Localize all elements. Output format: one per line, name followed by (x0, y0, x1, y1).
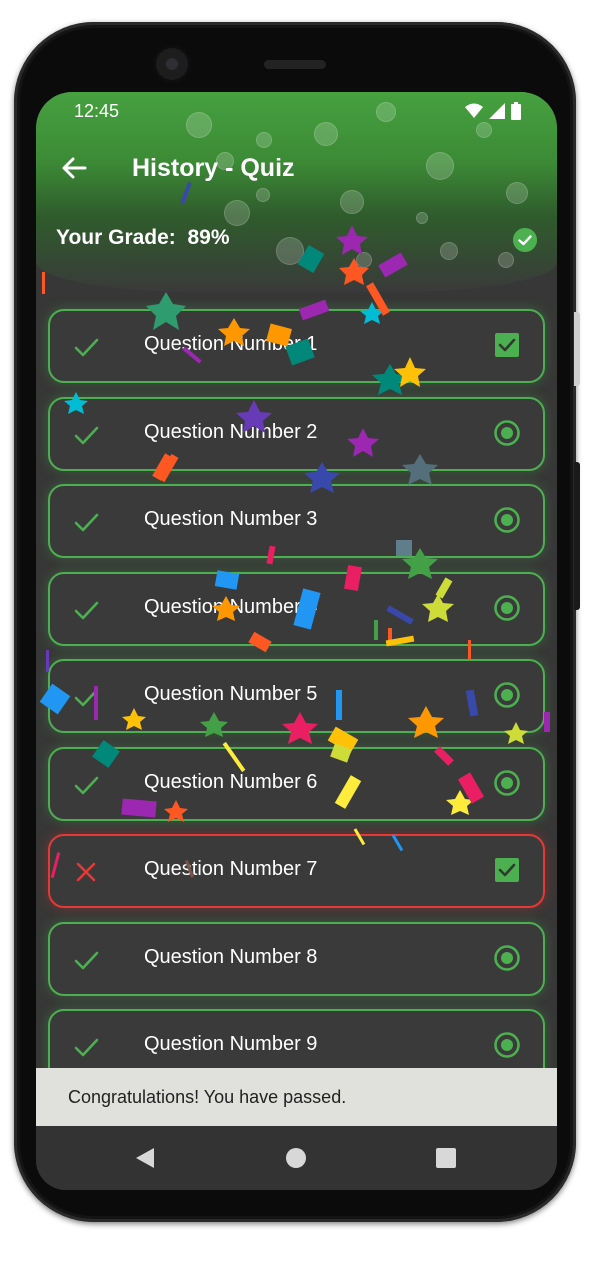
check-icon (74, 601, 99, 619)
earpiece-speaker (264, 60, 326, 69)
check-icon (74, 951, 99, 969)
grade-summary: Your Grade: 89% (56, 226, 230, 250)
grade-value: 89% (187, 226, 230, 249)
radio-selected-icon[interactable] (493, 681, 521, 709)
check-icon (74, 338, 99, 357)
radio-selected-icon[interactable] (493, 419, 521, 447)
question-item-6[interactable]: Question Number 6 (48, 746, 545, 821)
checkbox-checked-icon[interactable] (493, 856, 521, 884)
nav-recents-icon[interactable] (436, 1148, 456, 1168)
system-nav-bar (36, 1126, 557, 1190)
status-time: 12:45 (74, 101, 120, 121)
question-item-1[interactable]: Question Number 1 (48, 309, 545, 383)
question-label: Question Number 3 (144, 508, 318, 530)
app-screen: 12:45 History - Quiz Your Grade: 89% Que… (36, 92, 557, 1190)
battery-icon (511, 102, 521, 120)
question-label: Question Number 6 (144, 770, 318, 793)
radio-selected-icon[interactable] (493, 1031, 521, 1059)
check-circle-icon (513, 228, 537, 252)
question-label: Question Number 7 (144, 858, 318, 880)
check-icon (74, 688, 99, 707)
signal-icon (489, 103, 505, 119)
radio-selected-icon[interactable] (493, 944, 521, 972)
page-title: History - Quiz (132, 154, 295, 182)
question-item-2[interactable]: Question Number 2 (48, 396, 545, 471)
check-icon (74, 513, 99, 532)
nav-back-icon[interactable] (134, 1146, 156, 1170)
question-label: Question Number 9 (144, 1033, 318, 1055)
wifi-icon (465, 103, 483, 118)
question-item-8[interactable]: Question Number 8 (48, 921, 545, 996)
question-label: Question Number 5 (144, 683, 318, 705)
radio-selected-icon[interactable] (493, 769, 521, 797)
back-arrow-icon[interactable] (58, 152, 90, 184)
power-button (574, 312, 580, 386)
question-item-5[interactable]: Question Number 5 (48, 659, 545, 733)
nav-home-icon[interactable] (286, 1148, 306, 1168)
check-icon (74, 776, 99, 794)
radio-selected-icon[interactable] (493, 594, 521, 622)
question-label: Question Number 2 (144, 420, 318, 443)
snackbar-message: Congratulations! You have passed. (68, 1087, 347, 1107)
question-label: Question Number 4 (144, 595, 318, 618)
front-camera (156, 48, 188, 80)
question-label: Question Number 8 (144, 945, 318, 968)
grade-label: Your Grade: (56, 226, 176, 249)
quiz-header (36, 92, 557, 292)
check-icon (74, 1038, 99, 1057)
question-label: Question Number 1 (144, 333, 318, 355)
checkbox-checked-icon[interactable] (493, 331, 521, 359)
snackbar: Congratulations! You have passed. (36, 1068, 557, 1126)
question-item-3[interactable]: Question Number 3 (48, 484, 545, 558)
question-item-4[interactable]: Question Number 4 (48, 571, 545, 646)
check-icon (74, 426, 99, 444)
question-item-7[interactable]: Question Number 7 (48, 834, 545, 908)
radio-selected-icon[interactable] (493, 506, 521, 534)
status-icons (465, 102, 521, 120)
volume-button (574, 462, 580, 610)
close-icon (76, 862, 96, 882)
